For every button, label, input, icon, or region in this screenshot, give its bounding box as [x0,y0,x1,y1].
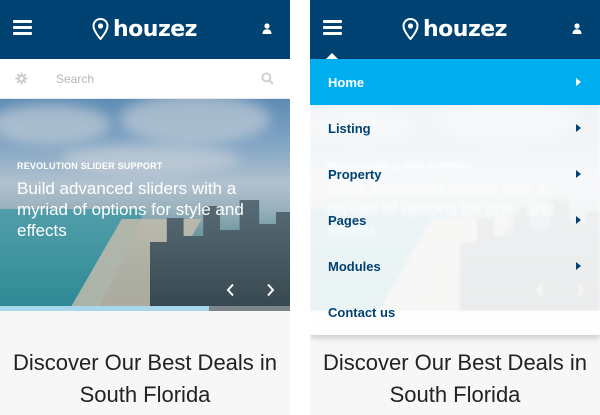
site-logo[interactable]: houzez [402,15,507,43]
section-title: Discover Our Best Deals in South Florida [322,350,588,407]
gear-icon[interactable] [15,72,28,85]
chevron-left-icon[interactable] [225,283,237,297]
site-header: houzez [310,0,600,59]
menu-item-home[interactable]: Home [310,59,600,105]
hero-slider[interactable]: REVOLUTION SLIDER SUPPORT Build advanced… [0,99,290,311]
menu-icon[interactable] [323,20,342,35]
mobile-view-default: houzez REVOLUTION SLIDER SUPPORT [0,0,290,415]
site-logo[interactable]: houzez [92,15,197,43]
logo-text: houzez [113,16,197,42]
search-bar [0,59,290,99]
search-input[interactable] [56,69,246,89]
location-pin-icon [402,18,419,40]
location-pin-icon [92,18,109,40]
menu-icon[interactable] [13,20,32,35]
menu-item-label: Pages [328,213,367,228]
menu-item-modules[interactable]: Modules [310,243,600,289]
menu-item-label: Listing [328,121,371,136]
menu-item-label: Property [328,167,382,182]
chevron-right-icon[interactable] [264,283,276,297]
search-icon[interactable] [261,72,274,85]
menu-item-pages[interactable]: Pages [310,197,600,243]
chevron-right-icon [576,262,581,270]
mobile-view-menu-open: houzez REVOLUTION SLIDER SUPPORT Build a… [310,0,600,415]
menu-item-label: Contact us [328,305,396,320]
menu-item-contact-us[interactable]: Contact us [310,289,600,335]
user-icon[interactable] [572,23,582,34]
logo-text: houzez [423,16,507,42]
user-icon[interactable] [262,23,272,34]
nav-menu-dropdown: Home Listing Property Pages Modules Cont… [310,59,600,335]
chevron-right-icon [576,124,581,132]
section-title: Discover Our Best Deals in South Florida [12,350,278,407]
site-header: houzez [0,0,290,59]
menu-item-listing[interactable]: Listing [310,105,600,151]
menu-item-label: Modules [328,259,381,274]
chevron-right-icon [576,78,581,86]
slider-kicker: REVOLUTION SLIDER SUPPORT [17,161,163,171]
deals-section: Discover Our Best Deals in South Florida [0,311,290,415]
menu-item-label: Home [328,75,365,90]
slider-heading: Build advanced sliders with a myriad of … [17,179,244,240]
menu-item-property[interactable]: Property [310,151,600,197]
chevron-right-icon [576,216,581,224]
chevron-right-icon [576,170,581,178]
